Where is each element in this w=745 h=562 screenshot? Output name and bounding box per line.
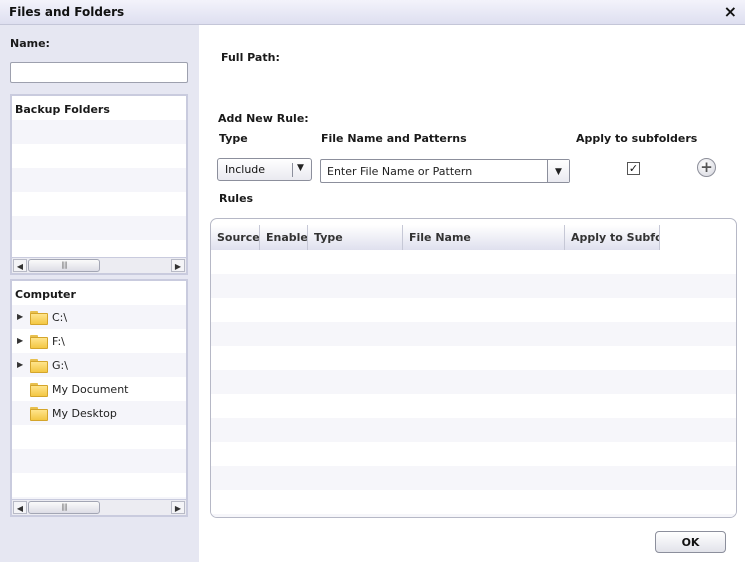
column-file-name[interactable]: File Name bbox=[403, 225, 565, 250]
scroll-left-icon[interactable]: ◀ bbox=[13, 501, 27, 514]
column-source[interactable]: Source bbox=[211, 225, 260, 250]
computer-panel: Computer ▶ C:\ ▶ F:\ ▶ G:\ My Document M… bbox=[10, 279, 188, 517]
type-select[interactable]: Include ▼ bbox=[217, 158, 312, 181]
folder-icon bbox=[30, 359, 48, 373]
scroll-left-icon[interactable]: ◀ bbox=[13, 259, 27, 272]
title-bar: Files and Folders × bbox=[0, 0, 745, 25]
full-path-label: Full Path: bbox=[221, 51, 280, 64]
tree-item-label: C:\ bbox=[52, 311, 68, 324]
left-pane: Name: Backup Folders ◀ |||| ▶ Computer ▶… bbox=[0, 25, 199, 562]
column-type[interactable]: Type bbox=[308, 225, 403, 250]
expand-arrow-icon[interactable]: ▶ bbox=[17, 336, 23, 345]
folder-icon bbox=[30, 407, 48, 421]
scroll-thumb[interactable]: |||| bbox=[28, 501, 100, 514]
rules-label: Rules bbox=[219, 192, 254, 205]
expand-arrow-icon[interactable]: ▶ bbox=[17, 360, 23, 369]
column-enable[interactable]: Enable bbox=[260, 225, 308, 250]
chevron-down-icon[interactable]: ▼ bbox=[547, 160, 569, 182]
backup-folders-panel: Backup Folders ◀ |||| ▶ bbox=[10, 94, 188, 275]
pattern-combo[interactable]: ▼ bbox=[320, 159, 570, 183]
tree-item-f-drive[interactable]: ▶ F:\ bbox=[12, 330, 186, 354]
type-label: Type bbox=[219, 132, 248, 145]
tree-item-my-desktop[interactable]: My Desktop bbox=[12, 402, 186, 426]
expand-arrow-icon[interactable]: ▶ bbox=[17, 312, 23, 321]
pattern-label: File Name and Patterns bbox=[321, 132, 467, 145]
name-input[interactable] bbox=[10, 62, 188, 83]
computer-title: Computer bbox=[15, 288, 76, 301]
rules-table: Source Enable Type File Name Apply to Su… bbox=[210, 218, 737, 518]
name-label: Name: bbox=[10, 37, 50, 50]
tree-item-label: G:\ bbox=[52, 359, 68, 372]
tree-item-c-drive[interactable]: ▶ C:\ bbox=[12, 306, 186, 330]
column-apply-subfolders[interactable]: Apply to Subfolders bbox=[565, 225, 660, 250]
window-title: Files and Folders bbox=[9, 5, 125, 19]
add-rule-button[interactable]: + bbox=[697, 158, 716, 177]
tree-item-label: F:\ bbox=[52, 335, 65, 348]
scroll-right-icon[interactable]: ▶ bbox=[171, 259, 185, 272]
backup-folders-scrollbar[interactable]: ◀ |||| ▶ bbox=[12, 257, 186, 273]
right-pane: Full Path: Add New Rule: Type File Name … bbox=[199, 25, 745, 562]
close-icon[interactable]: × bbox=[724, 2, 737, 22]
tree-item-g-drive[interactable]: ▶ G:\ bbox=[12, 354, 186, 378]
folder-icon bbox=[30, 335, 48, 349]
tree-item-label: My Document bbox=[52, 383, 129, 396]
pattern-input[interactable] bbox=[321, 160, 548, 182]
tree-item-my-document[interactable]: My Document bbox=[12, 378, 186, 402]
tree-item-label: My Desktop bbox=[52, 407, 117, 420]
add-rule-label: Add New Rule: bbox=[218, 112, 309, 125]
folder-icon bbox=[30, 311, 48, 325]
ok-button[interactable]: OK bbox=[655, 531, 726, 553]
rules-table-body bbox=[211, 250, 736, 517]
backup-folders-list bbox=[12, 96, 186, 257]
computer-scrollbar[interactable]: ◀ |||| ▶ bbox=[12, 499, 186, 515]
backup-folders-title: Backup Folders bbox=[15, 103, 110, 116]
subfolders-label: Apply to subfolders bbox=[576, 132, 698, 145]
rules-table-header: Source Enable Type File Name Apply to Su… bbox=[211, 225, 660, 250]
chevron-down-icon[interactable]: ▼ bbox=[297, 163, 304, 173]
scroll-right-icon[interactable]: ▶ bbox=[171, 501, 185, 514]
scroll-thumb[interactable]: |||| bbox=[28, 259, 100, 272]
apply-subfolders-checkbox[interactable]: ✓ bbox=[627, 162, 640, 175]
type-select-value: Include bbox=[225, 163, 266, 176]
folder-icon bbox=[30, 383, 48, 397]
